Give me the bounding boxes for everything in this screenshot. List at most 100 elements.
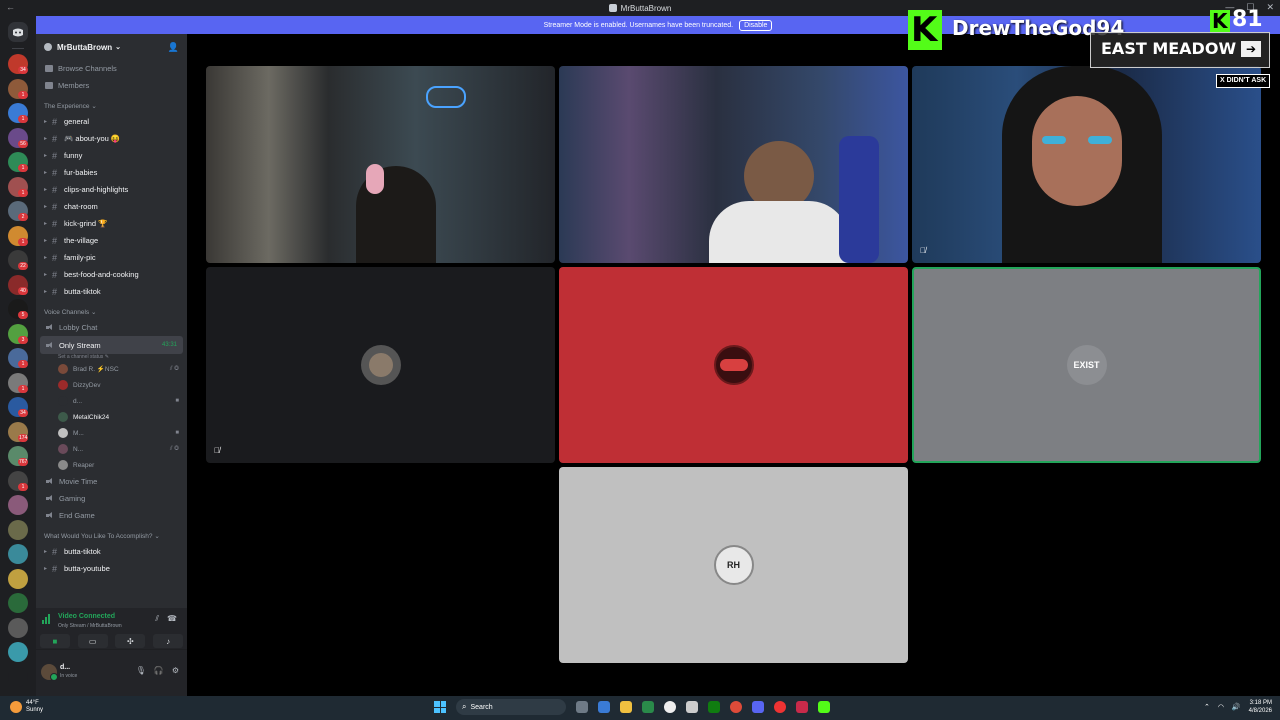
hash-icon: # — [52, 184, 58, 195]
text-channel-4[interactable]: ▸ # fur-babies — [36, 164, 187, 181]
avatar[interactable] — [41, 664, 58, 681]
disconnect-icon[interactable]: ☎ — [167, 614, 177, 623]
voice-channel-movie-time[interactable]: Movie Time — [36, 473, 187, 490]
text-channel-bottom-1[interactable]: ▸ # butta-tiktok — [36, 543, 187, 560]
weather-temp: 44°F — [26, 700, 39, 706]
server-icon-22[interactable] — [8, 568, 28, 589]
video-tile-user-2[interactable] — [559, 267, 908, 463]
edge-icon[interactable] — [642, 701, 654, 713]
home-button[interactable] — [8, 22, 28, 42]
activities-button[interactable]: ✣ — [115, 634, 146, 648]
server-icon-19[interactable] — [8, 495, 28, 515]
pink-headset — [366, 164, 384, 194]
soundboard-button[interactable]: ♪ — [153, 634, 184, 648]
date: 4/8/2026 — [1248, 708, 1272, 714]
system-tray: ⌃ ◠ 🔊 3:18 PM 4/8/2026 — [1204, 699, 1272, 715]
headphones-icon[interactable]: 🎧 — [154, 666, 164, 675]
noise-suppression-icon[interactable]: ⫽ — [155, 614, 159, 624]
text-channel-bottom-2[interactable]: ▸ # butta-youtube — [36, 560, 187, 577]
channel-status[interactable]: Set a channel status ✎ — [36, 354, 187, 361]
kick-logo-icon: K — [908, 10, 942, 50]
neon-controller-sign — [426, 86, 466, 108]
voice-user[interactable]: Reaper — [36, 457, 187, 473]
voice-channel-only-stream[interactable]: Only Stream 43:31 — [40, 336, 183, 354]
video-tile-stream-2[interactable] — [559, 66, 908, 263]
category-accomplish[interactable]: What Would You Like To Accomplish? ⌄ — [36, 527, 187, 543]
hash-icon: # — [52, 546, 58, 557]
taskbar: 44°F Sunny ⌕ Search ⌃ ◠ 🔊 3:18 PM 4/8/2026 — [0, 696, 1280, 720]
volume-icon[interactable]: 🔊 — [1232, 703, 1241, 711]
text-channel-6[interactable]: ▸ # chat-room — [36, 198, 187, 215]
text-channel-9[interactable]: ▸ # family-pic — [36, 249, 187, 266]
mention-badge: 1 — [18, 90, 28, 99]
voice-user[interactable]: M... ■ — [36, 425, 187, 441]
chrome-icon[interactable] — [730, 701, 742, 713]
disable-button[interactable]: Disable — [739, 19, 773, 31]
avatar — [58, 380, 68, 390]
app-icon[interactable] — [664, 701, 676, 713]
hash-icon: # — [52, 563, 58, 574]
wifi-icon[interactable]: ◠ — [1218, 703, 1224, 711]
server-icon-25[interactable] — [8, 642, 28, 662]
screen-share-button[interactable]: ▭ — [77, 634, 108, 648]
server-icon-21[interactable] — [8, 544, 28, 564]
server-icon-23[interactable] — [8, 593, 28, 613]
video-tile-stream-1[interactable] — [206, 66, 555, 263]
hash-icon: # — [52, 218, 58, 229]
voice-channel-lobby[interactable]: Lobby Chat — [36, 319, 187, 336]
mention-badge: 1 — [18, 237, 28, 246]
taskbar-search[interactable]: ⌕ Search — [456, 699, 566, 715]
discord-taskbar-icon[interactable] — [752, 701, 764, 713]
text-channel-2[interactable]: ▸ # 🎮 about-you 😝 — [36, 130, 187, 147]
video-tile-stream-3[interactable]: 🎙̸ — [912, 66, 1261, 263]
back-arrow-icon[interactable]: ← — [6, 2, 15, 12]
server-icon-24[interactable] — [8, 617, 28, 638]
windows-start-icon[interactable] — [434, 701, 446, 713]
category-voice[interactable]: Voice Channels ⌄ — [36, 303, 187, 319]
server-name: MrButtaBrown — [57, 42, 113, 52]
app-icon-2[interactable] — [796, 701, 808, 713]
text-channel-8[interactable]: ▸ # the-village — [36, 232, 187, 249]
clock[interactable]: 3:18 PM 4/8/2026 — [1249, 699, 1272, 715]
obs-icon[interactable] — [774, 701, 786, 713]
text-channel-3[interactable]: ▸ # funny — [36, 147, 187, 164]
video-on-icon: ■ — [175, 430, 179, 436]
browse-channels[interactable]: Browse Channels — [36, 60, 187, 77]
microphone-icon[interactable]: 🎙 — [136, 666, 146, 675]
video-tile-user-3-speaking[interactable]: EXIST — [912, 267, 1261, 463]
voice-location[interactable]: Only Stream / MrButtaBrown — [58, 623, 122, 629]
video-tile-user-4[interactable]: RH — [559, 467, 908, 663]
chevron-up-icon[interactable]: ⌃ — [1204, 703, 1210, 711]
voice-user[interactable]: Brad R. ⚡NSC ⫽ ◎ — [36, 361, 187, 377]
text-channel-11[interactable]: ▸ # butta-tiktok — [36, 283, 187, 300]
voice-user[interactable]: N... ⫽ ◎ — [36, 441, 187, 457]
server-header[interactable]: MrButtaBrown ⌄ 👤 — [36, 34, 187, 60]
text-channel-5[interactable]: ▸ # clips-and-highlights — [36, 181, 187, 198]
text-channel-1[interactable]: ▸ # general — [36, 113, 187, 130]
server-icon-26[interactable] — [8, 666, 28, 687]
steam-icon[interactable] — [686, 701, 698, 713]
voice-user[interactable]: d... ■ — [36, 393, 187, 409]
kick-app-icon[interactable] — [818, 701, 830, 713]
mention-badge: 1 — [18, 115, 28, 123]
voice-user[interactable]: DizzyDev — [36, 377, 187, 393]
text-channel-10[interactable]: ▸ # best-food-and-cooking — [36, 266, 187, 283]
settings-gear-icon[interactable]: ⚙ — [172, 666, 179, 675]
xbox-icon[interactable] — [708, 701, 720, 713]
video-tile-user-1[interactable]: 🎙̸ — [206, 267, 555, 463]
muted-mic-icon: 🎙̸ — [214, 446, 220, 455]
camera-button[interactable]: ■ — [39, 634, 70, 648]
add-member-icon[interactable]: 👤 — [168, 42, 179, 53]
hash-icon: # — [52, 252, 58, 263]
category-experience[interactable]: The Experience ⌄ — [36, 97, 187, 113]
server-icon-20[interactable] — [8, 519, 28, 540]
task-view-icon[interactable] — [576, 701, 588, 713]
voice-channel-gaming[interactable]: Gaming — [36, 490, 187, 507]
voice-channel-end-game[interactable]: End Game — [36, 507, 187, 524]
file-explorer-icon[interactable] — [620, 701, 632, 713]
copilot-icon[interactable] — [598, 701, 610, 713]
weather-widget[interactable]: 44°F Sunny — [10, 700, 43, 714]
members-link[interactable]: Members — [36, 77, 187, 94]
voice-user[interactable]: MetalChik24 — [36, 409, 187, 425]
text-channel-7[interactable]: ▸ # kick-grind 🏆 — [36, 215, 187, 232]
